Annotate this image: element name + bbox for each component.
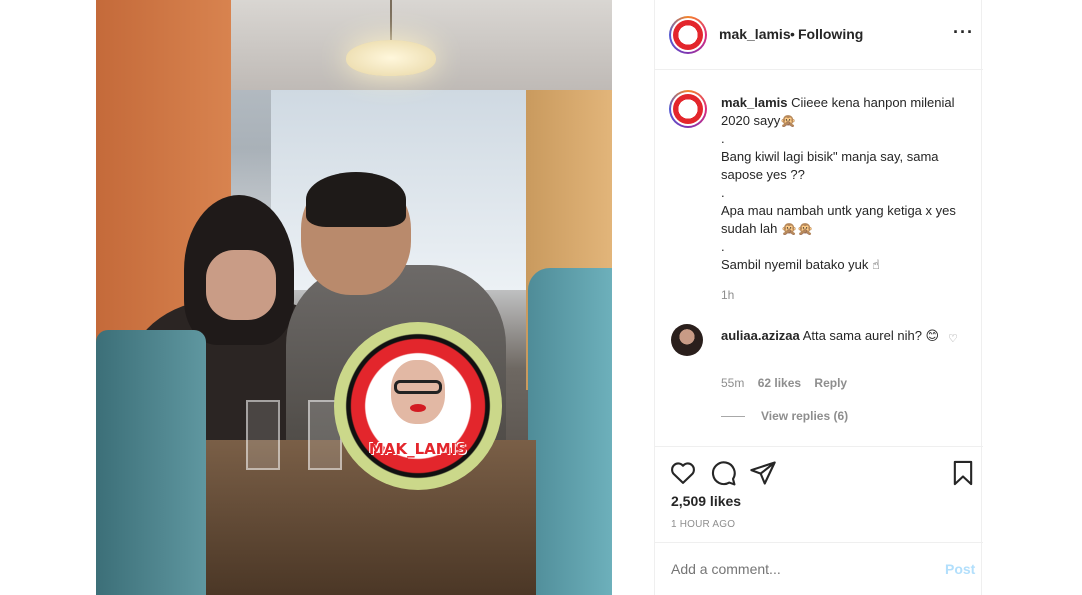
- caption-line: Bang kiwil lagi bisik" manja say, sama s…: [721, 149, 939, 182]
- caption-line: .: [721, 185, 725, 200]
- replies-divider: [721, 416, 745, 418]
- comment-like-icon[interactable]: ♡: [948, 332, 958, 345]
- comment-likes[interactable]: 62 likes: [758, 376, 801, 390]
- watermark-lips: [410, 404, 426, 412]
- caption-line: .: [721, 131, 725, 146]
- photo-glass: [246, 400, 280, 470]
- caption-text: mak_lamis Ciieee kena hanpon milenial 20…: [721, 94, 961, 274]
- header-username[interactable]: mak_lamis: [719, 26, 791, 42]
- photo-lamp: [346, 40, 436, 76]
- comment-body: Atta sama aurel nih? 😊: [802, 328, 940, 343]
- caption-line: Apa mau nambah untk yang ketiga x yes su…: [721, 203, 956, 236]
- caption-line: .: [721, 239, 725, 254]
- header-separator: •: [790, 26, 795, 42]
- heart-icon[interactable]: [669, 459, 697, 487]
- view-replies-button[interactable]: View replies (6): [721, 409, 848, 423]
- watermark-glasses: [394, 380, 442, 394]
- add-comment-bar: Post: [655, 542, 983, 595]
- more-horizontal-icon[interactable]: ···: [953, 22, 974, 43]
- bookmark-icon[interactable]: [949, 459, 977, 487]
- post-header: mak_lamis • Following ···: [655, 0, 983, 70]
- comment-username[interactable]: auliaa.azizaa: [721, 328, 800, 343]
- comment-meta: 55m 62 likes Reply: [721, 376, 857, 390]
- avatar[interactable]: [669, 16, 707, 54]
- caption-line: Sambil nyemil batako yuk ☝: [721, 257, 880, 272]
- comment-icon[interactable]: [709, 459, 737, 487]
- caption-avatar[interactable]: [669, 90, 707, 128]
- view-replies-label: View replies (6): [761, 409, 849, 423]
- comment-avatar[interactable]: [671, 324, 703, 356]
- watermark-text: MAK_LAMIS: [368, 440, 468, 458]
- action-bar: 2,509 likes 1 HOUR AGO: [655, 446, 983, 542]
- post-timestamp[interactable]: 1 HOUR AGO: [671, 519, 735, 530]
- photo-chair: [96, 330, 206, 595]
- likes-count[interactable]: 2,509 likes: [671, 493, 741, 509]
- photo-chair: [528, 268, 612, 595]
- post-photo[interactable]: MAK_LAMIS: [96, 0, 612, 595]
- following-button[interactable]: Following: [798, 26, 863, 42]
- photo-lamp-rod: [390, 0, 392, 42]
- comment-input[interactable]: [671, 561, 921, 577]
- watermark-logo: MAK_LAMIS: [334, 322, 502, 490]
- reply-button[interactable]: Reply: [814, 376, 847, 390]
- post-side-panel: mak_lamis • Following ··· mak_lamis Ciie…: [654, 0, 983, 595]
- photo-face: [206, 250, 276, 320]
- share-icon[interactable]: [749, 459, 777, 487]
- comment-time[interactable]: 55m: [721, 376, 744, 390]
- comment-text: auliaa.azizaa Atta sama aurel nih? 😊: [721, 327, 941, 345]
- caption-username[interactable]: mak_lamis: [721, 95, 788, 110]
- photo-hair: [306, 172, 406, 227]
- post-button[interactable]: Post: [945, 561, 975, 577]
- caption-timestamp[interactable]: 1h: [721, 288, 734, 302]
